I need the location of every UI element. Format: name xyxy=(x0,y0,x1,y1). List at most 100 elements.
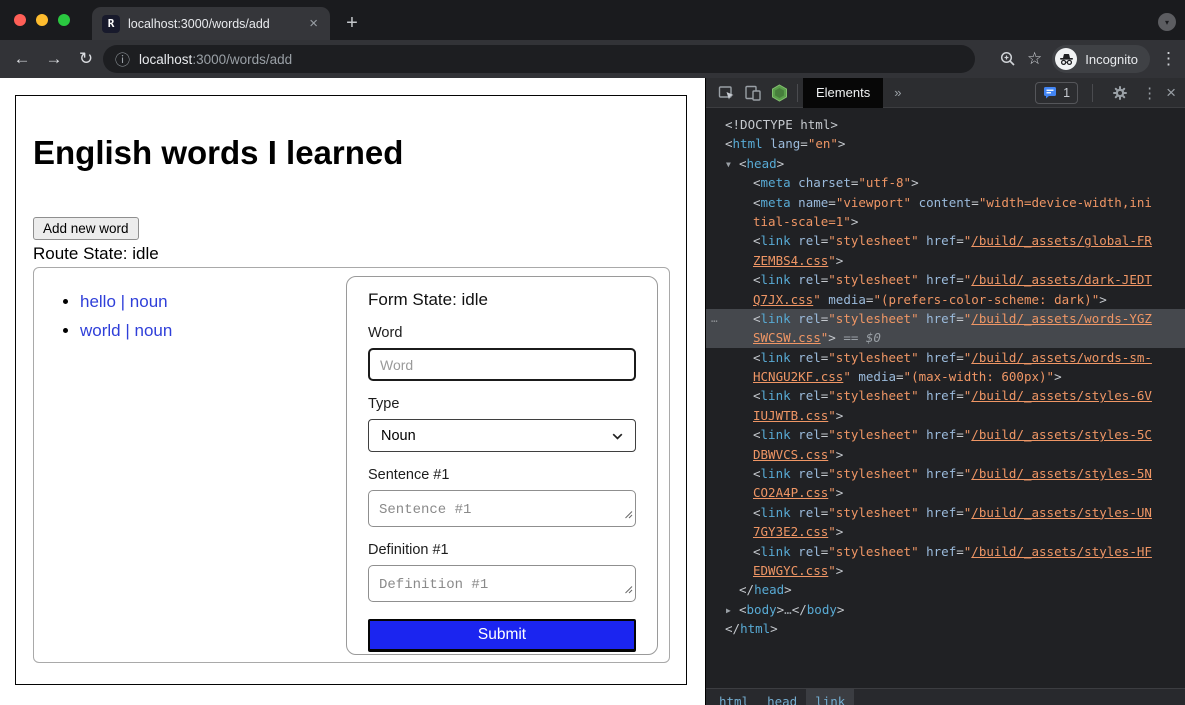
devtools-close-icon[interactable]: × xyxy=(1166,83,1176,103)
code-token: < xyxy=(753,350,761,365)
word-label: Word xyxy=(368,325,636,341)
devtools-code-line[interactable]: <link rel="stylesheet" href="/build/_ass… xyxy=(706,542,1185,561)
word-link[interactable]: world | noun xyxy=(80,321,172,340)
devtools-menu-icon[interactable]: ⋮ xyxy=(1142,84,1157,102)
nav-buttons: ← → ↻ xyxy=(8,40,100,78)
code-token: link xyxy=(761,427,791,442)
devtools-code-line[interactable]: </html> xyxy=(706,619,1185,638)
code-token: > xyxy=(836,447,844,462)
devtools-code-line[interactable]: ▶<body>…</body> xyxy=(706,600,1185,619)
code-token: rel xyxy=(798,544,821,559)
code-token: href xyxy=(926,466,956,481)
browser-window: R localhost:3000/words/add × + ▾ ← → ↻ ⓘ… xyxy=(0,0,1185,705)
page-info-icon[interactable]: ⓘ xyxy=(115,49,130,70)
settings-gear-icon[interactable] xyxy=(1107,78,1133,108)
submit-button[interactable]: Submit xyxy=(368,619,636,652)
devtools-code-line[interactable]: <link rel="stylesheet" href="/build/_ass… xyxy=(706,270,1185,289)
url-bar[interactable]: ⓘ localhost:3000/words/add xyxy=(103,45,975,73)
devtools-code-line[interactable]: <link rel="stylesheet" href="/build/_ass… xyxy=(706,464,1185,483)
issues-counter[interactable]: 1 xyxy=(1035,82,1078,104)
code-token: media xyxy=(858,369,896,384)
tab-search-button[interactable]: ▾ xyxy=(1158,13,1176,31)
devtools-code-line[interactable]: </head> xyxy=(706,580,1185,599)
collapse-arrow-icon[interactable]: ▶ xyxy=(726,601,731,619)
expand-arrow-icon[interactable]: ▼ xyxy=(726,155,731,173)
back-button[interactable]: ← xyxy=(8,49,36,69)
devtools-code-line[interactable]: IUJWTB.css"> xyxy=(706,406,1185,425)
breadcrumb-item-html[interactable]: html xyxy=(710,689,758,705)
devtools-code-line[interactable]: CO2A4P.css"> xyxy=(706,483,1185,502)
resize-grip-icon[interactable] xyxy=(624,581,633,599)
code-token: body xyxy=(747,602,777,617)
node-options-icon[interactable]: … xyxy=(711,309,719,328)
incognito-icon xyxy=(1055,48,1077,70)
code-token: = xyxy=(956,466,964,481)
devtools-code-line[interactable]: Q7JX.css" media="(prefers-color-scheme: … xyxy=(706,290,1185,309)
code-token xyxy=(919,272,927,287)
breadcrumb-item-head[interactable]: head xyxy=(758,689,806,705)
code-token: /build/_assets/styles-6V xyxy=(971,388,1152,403)
browser-tab[interactable]: R localhost:3000/words/add × xyxy=(92,7,330,40)
devtools-code-line[interactable]: 7GY3E2.css"> xyxy=(706,522,1185,541)
devtools-code-line[interactable]: …<link rel="stylesheet" href="/build/_as… xyxy=(706,309,1185,328)
zoom-icon[interactable] xyxy=(999,50,1017,68)
minimize-window-button[interactable] xyxy=(36,14,48,26)
definition-placeholder: Definition #1 xyxy=(379,577,488,593)
breadcrumb-item-link[interactable]: link xyxy=(806,689,854,705)
word-link[interactable]: hello | noun xyxy=(80,292,168,311)
code-token: "stylesheet" xyxy=(828,311,918,326)
code-token: == xyxy=(836,330,866,345)
code-token: href xyxy=(926,544,956,559)
type-select[interactable]: Noun xyxy=(368,419,636,452)
resize-grip-icon[interactable] xyxy=(624,506,633,524)
maximize-window-button[interactable] xyxy=(58,14,70,26)
devtools-code-line[interactable]: DBWVCS.css"> xyxy=(706,445,1185,464)
page-viewport: English words I learned Add new word Rou… xyxy=(0,78,705,705)
close-window-button[interactable] xyxy=(14,14,26,26)
code-token: "stylesheet" xyxy=(828,466,918,481)
tab-close-icon[interactable]: × xyxy=(307,15,320,32)
devtools-code-line[interactable]: ▼<head> xyxy=(706,154,1185,173)
devtools-code-line[interactable]: <link rel="stylesheet" href="/build/_ass… xyxy=(706,348,1185,367)
devtools-code-line[interactable]: <link rel="stylesheet" href="/build/_ass… xyxy=(706,503,1185,522)
tab-elements[interactable]: Elements xyxy=(803,78,883,108)
code-token: /build/_assets/dark-JEDT xyxy=(971,272,1152,287)
devtools-code-line[interactable]: <meta charset="utf-8"> xyxy=(706,173,1185,192)
code-token: > xyxy=(1054,369,1062,384)
devtools-code-line[interactable]: EDWGYC.css"> xyxy=(706,561,1185,580)
code-token: HCNGU2KF.css xyxy=(753,369,843,384)
definition-textarea[interactable]: Definition #1 xyxy=(368,565,636,602)
code-token: > xyxy=(770,621,778,636)
forward-button[interactable]: → xyxy=(40,49,68,69)
nodejs-icon[interactable] xyxy=(766,78,792,108)
devtools-code-line[interactable]: tial-scale=1"> xyxy=(706,212,1185,231)
inspect-element-icon[interactable] xyxy=(714,78,740,108)
reload-button[interactable]: ↻ xyxy=(72,49,100,69)
more-tabs-icon[interactable]: » xyxy=(894,85,900,100)
page-title: English words I learned xyxy=(33,134,403,172)
bookmark-star-icon[interactable]: ☆ xyxy=(1027,49,1042,69)
add-new-word-button[interactable]: Add new word xyxy=(33,217,139,240)
browser-menu-icon[interactable]: ⋮ xyxy=(1160,49,1177,69)
devtools-code-line[interactable]: <meta name="viewport" content="width=dev… xyxy=(706,193,1185,212)
devtools-code-line[interactable]: <link rel="stylesheet" href="/build/_ass… xyxy=(706,231,1185,250)
device-toolbar-icon[interactable] xyxy=(740,78,766,108)
toolbar-divider xyxy=(1092,84,1093,102)
remix-favicon-icon: R xyxy=(102,15,120,33)
devtools-code-line[interactable]: <!DOCTYPE html> xyxy=(706,115,1185,134)
code-token: EDWGYC.css xyxy=(753,563,828,578)
devtools-code-line[interactable]: ZEMBS4.css"> xyxy=(706,251,1185,270)
code-token: = xyxy=(956,388,964,403)
devtools-code-line[interactable]: HCNGU2KF.css" media="(max-width: 600px)"… xyxy=(706,367,1185,386)
code-token: = xyxy=(800,136,808,151)
devtools-code-line[interactable]: SWCSW.css"> == $0 xyxy=(706,328,1185,347)
code-token xyxy=(919,350,927,365)
devtools-code-line[interactable]: <link rel="stylesheet" href="/build/_ass… xyxy=(706,425,1185,444)
code-token: lang xyxy=(770,136,800,151)
code-token: href xyxy=(926,388,956,403)
devtools-code-line[interactable]: <html lang="en"> xyxy=(706,134,1185,153)
devtools-code-line[interactable]: <link rel="stylesheet" href="/build/_ass… xyxy=(706,386,1185,405)
word-input[interactable] xyxy=(368,348,636,381)
sentence-textarea[interactable]: Sentence #1 xyxy=(368,490,636,527)
new-tab-button[interactable]: + xyxy=(338,9,366,37)
